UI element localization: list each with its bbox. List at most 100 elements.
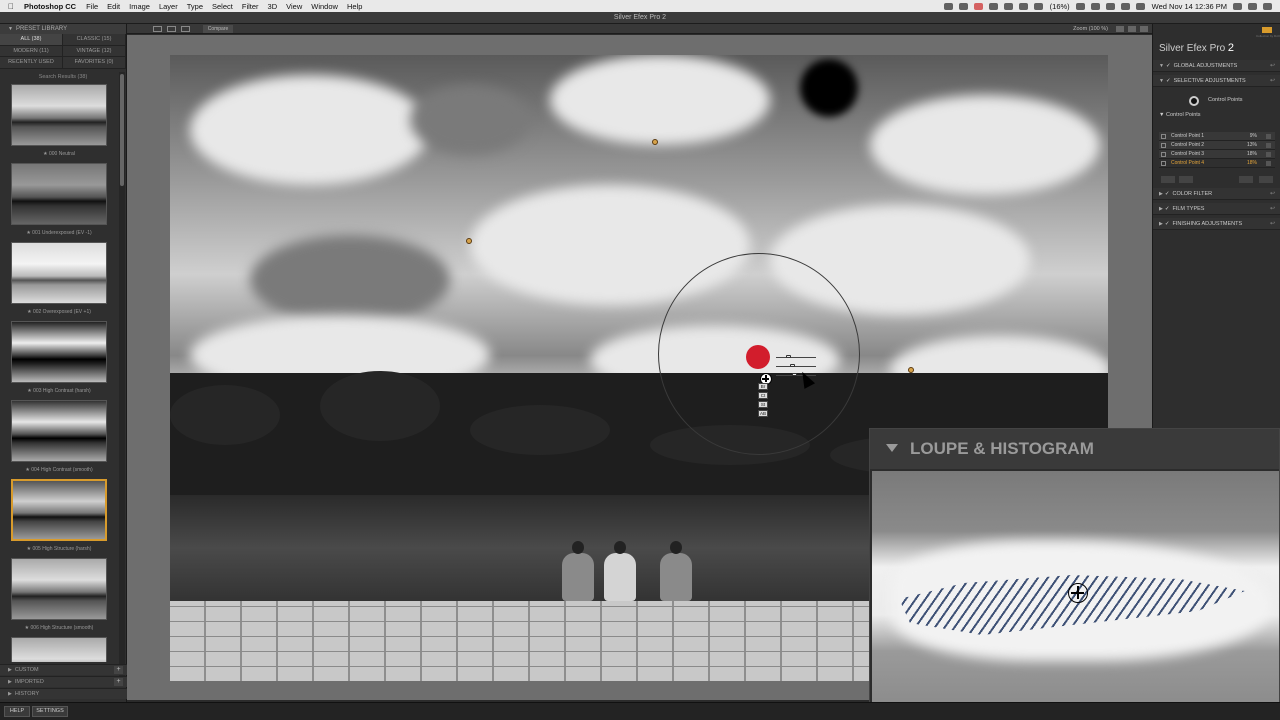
mask-icon[interactable] — [1239, 176, 1253, 183]
preset-item[interactable]: ★ 006 High Structure (smooth) — [10, 558, 108, 631]
checkbox[interactable] — [1161, 134, 1166, 139]
preset-item[interactable]: ★ 004 High Contrast (smooth) — [10, 400, 108, 473]
preset-thumbnail[interactable] — [11, 163, 107, 225]
filter-modern[interactable]: MODERN (11) — [0, 45, 63, 56]
control-point-marker[interactable] — [466, 238, 472, 244]
add-icon[interactable]: + — [114, 678, 123, 686]
split-view-icon[interactable] — [167, 26, 176, 32]
control-point-row[interactable]: Control Point 1 9% — [1159, 132, 1275, 141]
expand-triangle-icon[interactable]: ▼ — [1159, 63, 1164, 69]
custom-section[interactable]: ▶ CUSTOM + — [0, 664, 127, 675]
reset-icon[interactable]: ↩ — [1270, 75, 1275, 87]
reset-icon[interactable]: ↩ — [1270, 203, 1275, 215]
section-film-types[interactable]: ▶ ✓ FILM TYPES ↩ — [1153, 203, 1280, 215]
visibility-icon[interactable] — [1266, 143, 1271, 148]
menu-image[interactable]: Image — [129, 2, 150, 11]
menu-layer[interactable]: Layer — [159, 2, 178, 11]
preset-library-header[interactable]: ▼ PRESET LIBRARY — [0, 24, 126, 34]
control-points-button[interactable]: Control Points — [1208, 97, 1243, 103]
apple-icon[interactable]:  — [8, 2, 14, 11]
settings-button[interactable]: SETTINGS — [32, 706, 68, 717]
status-icon[interactable] — [988, 2, 998, 10]
status-icon[interactable] — [943, 2, 953, 10]
preset-thumbnail[interactable] — [11, 400, 107, 462]
help-button[interactable]: HELP — [4, 706, 30, 717]
preset-thumbnail[interactable] — [11, 84, 107, 146]
checkbox[interactable] — [1161, 152, 1166, 157]
scrollbar-thumb[interactable] — [120, 74, 124, 186]
control-point-slider[interactable] — [776, 357, 816, 358]
section-selective-adjustments[interactable]: ▼ ✓ SELECTIVE ADJUSTMENTS ↩ — [1153, 75, 1280, 87]
expand-triangle-icon[interactable]: ▶ — [1159, 191, 1163, 197]
preset-item[interactable] — [10, 637, 108, 662]
filter-recently-used[interactable]: RECENTLY USED — [0, 57, 63, 68]
menu-3d[interactable]: 3D — [268, 2, 278, 11]
loupe-preview[interactable] — [872, 471, 1279, 711]
expand-triangle-icon[interactable]: ▶ — [1159, 206, 1163, 212]
expand-triangle-icon[interactable]: ▶ — [8, 667, 12, 673]
dropbox-icon[interactable] — [1003, 2, 1013, 10]
siri-icon[interactable] — [1248, 2, 1257, 10]
preset-item[interactable]: ★ 000 Neutral — [10, 84, 108, 157]
status-icon[interactable] — [1018, 2, 1028, 10]
single-view-icon[interactable] — [153, 26, 162, 32]
menu-type[interactable]: Type — [187, 2, 203, 11]
preset-thumbnail[interactable] — [11, 558, 107, 620]
menu-edit[interactable]: Edit — [107, 2, 120, 11]
airplay-icon[interactable] — [1135, 2, 1145, 10]
group-icon[interactable] — [1179, 176, 1193, 183]
menu-filter[interactable]: Filter — [242, 2, 259, 11]
section-finishing-adjustments[interactable]: ▶ ✓ FINISHING ADJUSTMENTS ↩ — [1153, 218, 1280, 230]
enable-check-icon[interactable]: ✓ — [1165, 221, 1170, 227]
loupe-header[interactable]: LOUPE & HISTOGRAM — [870, 429, 1279, 469]
expand-triangle-icon[interactable]: ▼ — [1159, 78, 1164, 84]
enable-check-icon[interactable]: ✓ — [1166, 63, 1171, 69]
reset-icon[interactable]: ↩ — [1270, 60, 1275, 72]
control-point-marker[interactable] — [908, 367, 914, 373]
clock-icon[interactable] — [1090, 2, 1100, 10]
history-section[interactable]: ▶ HISTORY — [0, 688, 127, 699]
filter-classic[interactable]: CLASSIC (15) — [63, 34, 126, 45]
filter-vintage[interactable]: VINTAGE (12) — [63, 45, 126, 56]
visibility-icon[interactable] — [1266, 161, 1271, 166]
collapse-triangle-icon[interactable]: ▼ — [1159, 112, 1166, 118]
preset-item[interactable]: ★ 003 High Contrast (harsh) — [10, 321, 108, 394]
preset-thumbnail[interactable] — [11, 479, 107, 541]
preset-scrollbar[interactable] — [119, 72, 125, 684]
add-icon[interactable]: + — [114, 666, 123, 674]
menu-window[interactable]: Window — [311, 2, 338, 11]
active-control-point[interactable] — [746, 345, 770, 369]
add-control-point-icon[interactable] — [1189, 96, 1199, 106]
imported-section[interactable]: ▶ IMPORTED + — [0, 676, 127, 687]
menu-file[interactable]: File — [86, 2, 98, 11]
menu-view[interactable]: View — [286, 2, 302, 11]
control-point-slider[interactable] — [776, 366, 816, 367]
expand-triangle-icon[interactable]: ▶ — [1159, 221, 1163, 227]
side-by-side-icon[interactable] — [181, 26, 190, 32]
background-icon[interactable] — [1116, 26, 1124, 32]
menu-help[interactable]: Help — [347, 2, 362, 11]
battery-icon[interactable] — [1033, 2, 1043, 10]
slider-label-brightness[interactable]: Br — [758, 383, 768, 390]
slider-label-contrast[interactable]: Ct — [758, 392, 768, 399]
app-menu[interactable]: Photoshop CC — [24, 2, 76, 11]
expand-triangle-icon[interactable]: ▶ — [8, 679, 12, 685]
background-icon[interactable] — [1140, 26, 1148, 32]
filter-favorites[interactable]: FAVORITES (0) — [63, 57, 126, 68]
slider-handle[interactable] — [790, 364, 795, 367]
collapse-triangle-icon[interactable]: ▼ — [8, 26, 13, 32]
menubar-clock[interactable]: Wed Nov 14 12:36 PM — [1152, 2, 1227, 11]
filter-all[interactable]: ALL (38) — [0, 34, 63, 45]
background-icon[interactable] — [1128, 26, 1136, 32]
section-color-filter[interactable]: ▶ ✓ COLOR FILTER ↩ — [1153, 188, 1280, 200]
control-point-row[interactable]: Control Point 3 18% — [1159, 150, 1275, 159]
slider-label-structure[interactable]: St — [758, 401, 768, 408]
compare-button[interactable]: Compare — [203, 25, 233, 33]
preset-thumbnail[interactable] — [11, 321, 107, 383]
control-point-row-active[interactable]: Control Point 4 18% — [1159, 159, 1275, 168]
control-point-row[interactable]: Control Point 2 13% — [1159, 141, 1275, 150]
slider-label-amplify[interactable]: AB — [758, 410, 768, 417]
collapse-triangle-icon[interactable] — [886, 444, 898, 452]
wifi-icon[interactable] — [1120, 2, 1130, 10]
notification-center-icon[interactable] — [1263, 2, 1272, 10]
